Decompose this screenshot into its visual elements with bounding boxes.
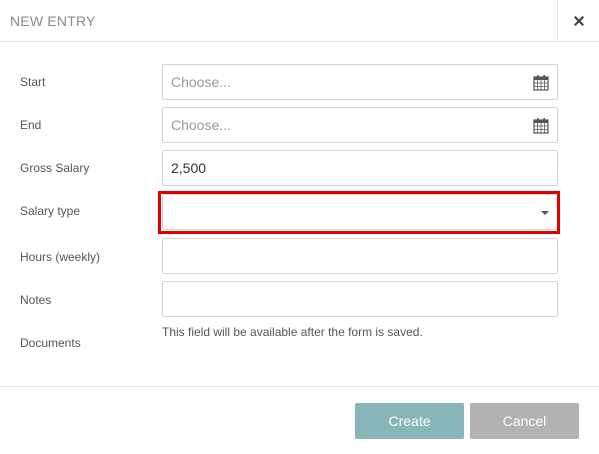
salary-type-select[interactable] xyxy=(162,194,558,230)
gross-salary-value: 2,500 xyxy=(171,160,207,176)
calendar-icon[interactable] xyxy=(533,74,549,91)
notes-input[interactable] xyxy=(162,281,558,317)
gross-salary-input[interactable]: 2,500 xyxy=(162,150,558,186)
new-entry-dialog: NEW ENTRY Start Choose... End Choose... xyxy=(0,0,599,454)
footer-divider xyxy=(0,386,599,387)
end-date-field[interactable]: Choose... xyxy=(162,107,558,143)
start-label: Start xyxy=(20,75,46,89)
cancel-button[interactable]: Cancel xyxy=(470,403,579,439)
calendar-icon[interactable] xyxy=(533,117,549,134)
dialog-header: NEW ENTRY xyxy=(0,0,599,42)
create-button[interactable]: Create xyxy=(355,403,464,439)
documents-helper-text: This field will be available after the f… xyxy=(162,325,423,339)
hours-weekly-input[interactable] xyxy=(162,238,558,274)
gross-salary-label: Gross Salary xyxy=(20,161,90,175)
end-label: End xyxy=(20,118,42,132)
salary-type-label: Salary type xyxy=(20,204,81,218)
hours-label: Hours (weekly) xyxy=(20,250,101,264)
chevron-down-icon xyxy=(541,211,549,215)
close-icon xyxy=(573,15,584,26)
start-date-placeholder: Choose... xyxy=(171,74,231,90)
dialog-title: NEW ENTRY xyxy=(10,13,96,29)
start-date-field[interactable]: Choose... xyxy=(162,64,558,100)
close-button[interactable] xyxy=(557,0,599,41)
end-date-placeholder: Choose... xyxy=(171,117,231,133)
notes-label: Notes xyxy=(20,293,52,307)
documents-label: Documents xyxy=(20,336,81,350)
